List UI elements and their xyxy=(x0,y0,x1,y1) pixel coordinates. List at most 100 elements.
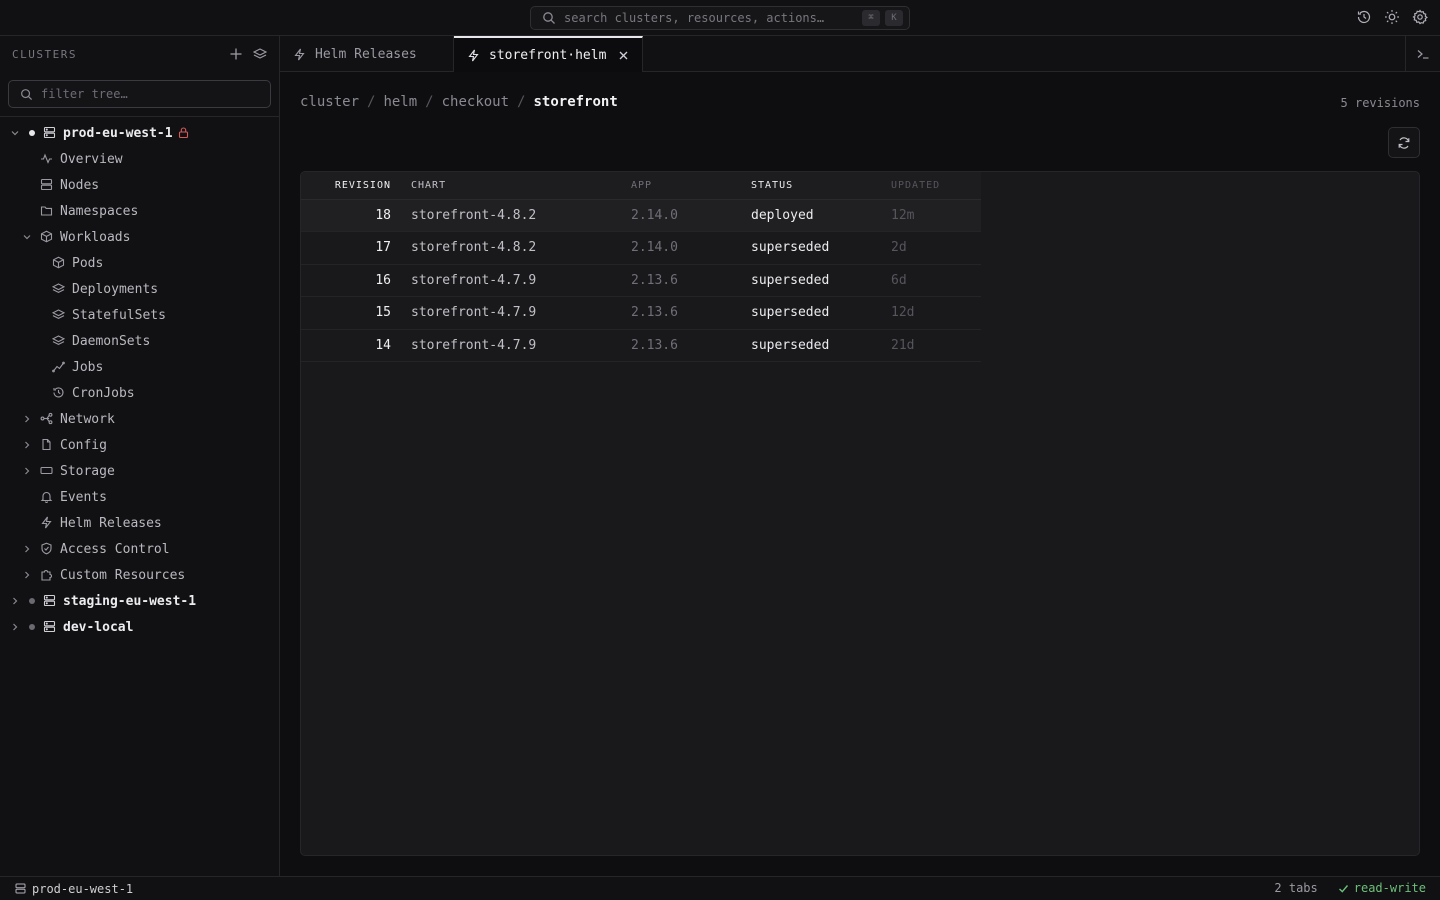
sidebar-item-custom-resources[interactable]: Custom Resources xyxy=(0,562,279,588)
column-header-updated[interactable]: UPDATED xyxy=(891,172,981,200)
sidebar-item-statefulsets[interactable]: StatefulSets xyxy=(0,302,279,328)
sidebar-item-jobs[interactable]: Jobs xyxy=(0,354,279,380)
status-bar: prod-eu-west-1 2 tabs read-write xyxy=(0,876,1440,900)
tree-filter-input[interactable]: filter tree… xyxy=(8,80,271,108)
layers-icon xyxy=(52,283,65,294)
cell-revision: 18 xyxy=(301,199,411,232)
table-row[interactable]: 16 storefront-4.7.9 2.13.6 superseded 6d xyxy=(301,264,981,297)
revisions-table: REVISION CHART APP STATUS UPDATED 18 sto… xyxy=(301,172,981,362)
refresh-button[interactable] xyxy=(1388,127,1420,158)
top-bar: search clusters, resources, actions… ⌘ K xyxy=(0,0,1440,36)
table-row[interactable]: 14 storefront-4.7.9 2.13.6 superseded 21… xyxy=(301,329,981,362)
sidebar-item-network[interactable]: Network xyxy=(0,406,279,432)
chevron-right-icon[interactable] xyxy=(10,596,20,606)
sun-icon[interactable] xyxy=(1384,9,1400,25)
drive-icon xyxy=(40,466,53,475)
sidebar-item-storage[interactable]: Storage xyxy=(0,458,279,484)
chevron-right-icon[interactable] xyxy=(22,414,32,424)
sidebar-item-cronjobs[interactable]: CronJobs xyxy=(0,380,279,406)
tab-label: storefront·helm xyxy=(489,47,607,63)
sidebar-item-label: Network xyxy=(60,411,115,427)
sidebar-item-events[interactable]: Events xyxy=(0,484,279,510)
sidebar-item-label: Overview xyxy=(60,151,123,167)
sidebar-item-nodes[interactable]: Nodes xyxy=(0,172,279,198)
terminal-button[interactable] xyxy=(1405,36,1440,72)
cell-updated: 6d xyxy=(891,264,981,297)
layers-icon[interactable] xyxy=(253,47,267,61)
cluster-name: dev-local xyxy=(63,619,134,635)
cell-revision: 17 xyxy=(301,231,411,265)
folder-icon xyxy=(40,206,53,216)
cell-chart: storefront-4.7.9 xyxy=(411,329,631,362)
close-icon[interactable] xyxy=(618,50,629,61)
revisions-panel: REVISION CHART APP STATUS UPDATED 18 sto… xyxy=(300,171,1420,856)
breadcrumb: cluster / helm / checkout / storefront xyxy=(300,94,618,110)
sidebar-item-helm-releases[interactable]: Helm Releases xyxy=(0,510,279,536)
file-icon xyxy=(42,438,51,451)
cell-chart: storefront-4.8.2 xyxy=(411,231,631,265)
chevron-right-icon[interactable] xyxy=(22,440,32,450)
table-row[interactable]: 18 storefront-4.8.2 2.14.0 deployed 12m xyxy=(301,199,981,232)
command-search[interactable]: search clusters, resources, actions… ⌘ K xyxy=(530,6,910,30)
table-row[interactable]: 15 storefront-4.7.9 2.13.6 superseded 12… xyxy=(301,296,981,330)
main-content: cluster / helm / checkout / storefront 5… xyxy=(280,72,1440,876)
sidebar-item-access-control[interactable]: Access Control xyxy=(0,536,279,562)
tab-helm-releases[interactable]: Helm Releases xyxy=(280,36,454,72)
lightning-icon xyxy=(41,516,52,529)
cell-revision: 16 xyxy=(301,264,411,297)
chevron-right-icon[interactable] xyxy=(22,466,32,476)
sidebar-item-label: Jobs xyxy=(72,359,104,375)
sidebar-item-workloads[interactable]: Workloads xyxy=(0,224,279,250)
breadcrumb-item[interactable]: checkout xyxy=(442,94,509,110)
cell-updated: 12m xyxy=(891,199,981,232)
plus-icon[interactable] xyxy=(229,47,243,61)
breadcrumb-item[interactable]: cluster xyxy=(300,94,359,110)
sidebar-item-label: StatefulSets xyxy=(72,307,166,323)
cell-status: deployed xyxy=(751,199,891,232)
layers-icon xyxy=(52,309,65,320)
lightning-icon xyxy=(294,48,305,60)
column-header-app[interactable]: APP xyxy=(631,172,751,200)
cell-chart: storefront-4.7.9 xyxy=(411,264,631,297)
cell-revision: 15 xyxy=(301,296,411,330)
chevron-right-icon[interactable] xyxy=(10,622,20,632)
sidebar: CLUSTERS filter tree… prod-eu-west-1 Ove… xyxy=(0,36,280,876)
status-cluster-name[interactable]: prod-eu-west-1 xyxy=(32,882,133,896)
sidebar-item-daemonsets[interactable]: DaemonSets xyxy=(0,328,279,354)
cluster-prod-eu-west-1[interactable]: prod-eu-west-1 xyxy=(0,120,279,146)
cell-app: 2.14.0 xyxy=(631,231,751,265)
breadcrumb-separator: / xyxy=(425,94,434,110)
cluster-dev-local[interactable]: dev-local xyxy=(0,614,279,640)
cluster-name: staging-eu-west-1 xyxy=(63,593,197,609)
sidebar-item-config[interactable]: Config xyxy=(0,432,279,458)
table-header-row: REVISION CHART APP STATUS UPDATED xyxy=(301,172,981,200)
sidebar-item-namespaces[interactable]: Namespaces xyxy=(0,198,279,224)
column-header-status[interactable]: STATUS xyxy=(751,172,891,200)
sidebar-item-label: Namespaces xyxy=(60,203,139,219)
history-icon[interactable] xyxy=(1356,9,1372,25)
table-row[interactable]: 17 storefront-4.8.2 2.14.0 superseded 2d xyxy=(301,231,981,265)
search-placeholder: search clusters, resources, actions… xyxy=(564,11,825,25)
chevron-right-icon[interactable] xyxy=(22,570,32,580)
sidebar-item-label: Helm Releases xyxy=(60,515,162,531)
filter-placeholder: filter tree… xyxy=(41,87,128,101)
cluster-status-dot xyxy=(29,624,35,630)
activity-icon xyxy=(41,153,52,164)
status-tab-count: 2 tabs xyxy=(1274,881,1318,895)
cluster-status-dot xyxy=(29,130,35,136)
column-header-chart[interactable]: CHART xyxy=(411,172,631,200)
column-header-revision[interactable]: REVISION xyxy=(301,172,411,200)
sidebar-item-deployments[interactable]: Deployments xyxy=(0,276,279,302)
gear-icon[interactable] xyxy=(1412,9,1428,25)
chevron-right-icon[interactable] xyxy=(22,544,32,554)
lightning-icon xyxy=(468,49,479,61)
breadcrumb-item[interactable]: helm xyxy=(383,94,417,110)
sidebar-item-overview[interactable]: Overview xyxy=(0,146,279,172)
chevron-down-icon[interactable] xyxy=(22,232,32,242)
sidebar-item-label: CronJobs xyxy=(72,385,135,401)
sidebar-item-pods[interactable]: Pods xyxy=(0,250,279,276)
chevron-down-icon[interactable] xyxy=(10,128,20,138)
cell-status: superseded xyxy=(751,296,891,330)
tab-storefront-helm[interactable]: storefront·helm xyxy=(454,36,643,72)
cluster-staging-eu-west-1[interactable]: staging-eu-west-1 xyxy=(0,588,279,614)
